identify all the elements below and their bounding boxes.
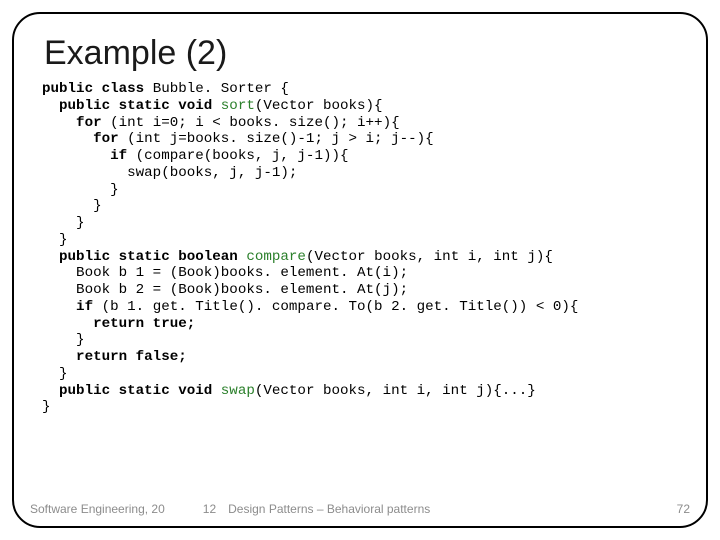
t: Book b 1 = (Book)books. element. At(i);	[42, 265, 408, 281]
slide-frame: Example (2) public class Bubble. Sorter …	[12, 12, 708, 528]
kw: for	[42, 131, 127, 147]
footer-design: Design Patterns – Behavioral patterns	[216, 502, 677, 516]
kw: for	[42, 115, 110, 131]
kw: public static void	[42, 383, 221, 399]
t: }	[42, 366, 68, 382]
fn-compare: compare	[246, 249, 306, 265]
t: Book b 2 = (Book)books. element. At(j);	[42, 282, 408, 298]
fn-swap: swap	[221, 383, 255, 399]
t: (b 1. get. Title(). compare. To(b 2. get…	[102, 299, 579, 315]
kw: if	[42, 148, 136, 164]
footer-subject-text: Software Engineering, 20	[30, 502, 165, 516]
t: (compare(books, j, j-1)){	[136, 148, 349, 164]
t: return true;	[42, 316, 195, 332]
t: }	[42, 182, 119, 198]
t: }	[42, 215, 85, 231]
footer-subnum: 12	[165, 502, 216, 516]
t: }	[42, 332, 85, 348]
footer-subject: Software Engineering, 2012	[30, 502, 216, 516]
t: }	[42, 399, 51, 415]
footer: Software Engineering, 2012 Design Patter…	[30, 502, 690, 516]
t: (Vector books, int i, int j){	[306, 249, 553, 265]
slide-title: Example (2)	[44, 34, 678, 73]
footer-page: 72	[677, 502, 690, 516]
fn-sort: sort	[221, 98, 255, 114]
kw: public class	[42, 81, 153, 97]
code-block: public class Bubble. Sorter { public sta…	[42, 81, 678, 416]
t: swap(books, j, j-1);	[42, 165, 297, 181]
kw: if	[42, 299, 102, 315]
t: }	[42, 232, 68, 248]
kw: public static boolean	[42, 249, 246, 265]
t: }	[42, 198, 102, 214]
kw: public static void	[42, 98, 221, 114]
t: (int j=books. size()-1; j > i; j--){	[127, 131, 434, 147]
t: Bubble. Sorter {	[153, 81, 289, 97]
t: (Vector books){	[255, 98, 383, 114]
t: (int i=0; i < books. size(); i++){	[110, 115, 399, 131]
t: (Vector books, int i, int j){...}	[255, 383, 536, 399]
t: return false;	[42, 349, 187, 365]
